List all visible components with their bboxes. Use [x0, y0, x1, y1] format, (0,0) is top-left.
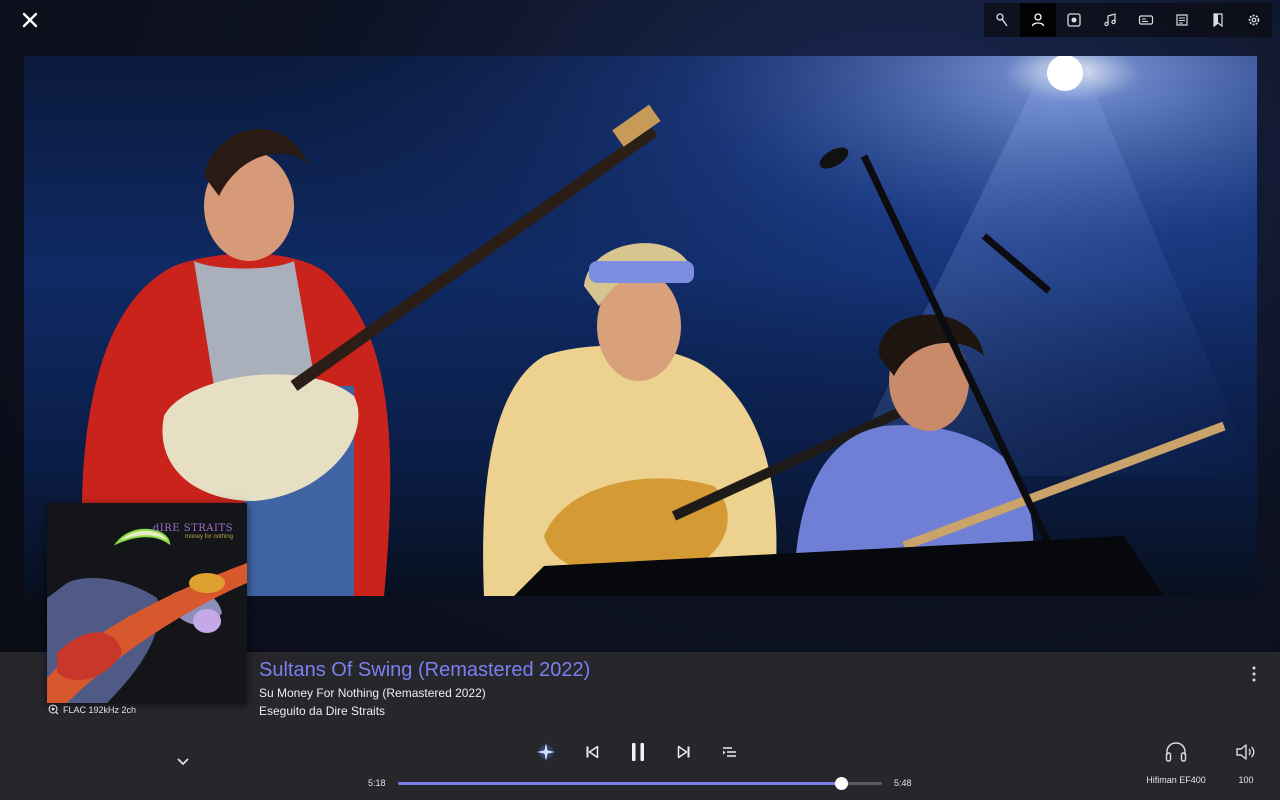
album-link[interactable]: Su Money For Nothing (Remastered 2022) [259, 686, 486, 700]
performers-button[interactable] [984, 3, 1020, 37]
progress-handle[interactable] [834, 777, 848, 790]
artist-button[interactable] [1020, 3, 1056, 37]
hi-res-icon [48, 704, 59, 715]
pause-button[interactable] [624, 738, 652, 766]
chevron-down-icon [177, 758, 189, 766]
cover-subtitle: money for nothing [184, 534, 233, 540]
review-button[interactable] [1200, 3, 1236, 37]
close-icon [22, 12, 38, 28]
music-note-icon [1104, 13, 1116, 27]
skip-previous-icon [586, 745, 599, 759]
collapse-button[interactable] [174, 754, 192, 770]
disc-icon [1067, 13, 1081, 27]
book-icon [1213, 13, 1223, 28]
pause-icon [632, 743, 644, 761]
more-options-button[interactable] [1244, 664, 1264, 684]
time-total: 5:48 [894, 778, 912, 788]
person-icon [1031, 13, 1045, 27]
output-device-name: Hifiman EF400 [1146, 775, 1206, 785]
output-device-button[interactable]: Hifiman EF400 [1140, 740, 1212, 785]
track-info-button[interactable] [1092, 3, 1128, 37]
audio-format: FLAC 192kHz 2ch [48, 704, 136, 715]
previous-button[interactable] [578, 738, 606, 766]
progress-bar[interactable] [398, 777, 882, 790]
top-bar [0, 0, 1280, 40]
more-vertical-icon [1252, 666, 1256, 682]
cover-brand: dIRE STRAITS [152, 523, 233, 534]
transport-controls [532, 738, 744, 766]
settings-button[interactable] [1236, 3, 1272, 37]
audio-format-label: FLAC 192kHz 2ch [63, 704, 137, 715]
album-button[interactable] [1056, 3, 1092, 37]
sparkle-icon [537, 743, 555, 761]
lyrics-button[interactable] [1164, 3, 1200, 37]
time-elapsed: 5:18 [368, 778, 386, 788]
view-toolbar [984, 3, 1272, 37]
artist-link[interactable]: Eseguito da Dire Straits [259, 704, 385, 718]
skip-next-icon [677, 745, 690, 759]
now-playing-screen: dIRE STRAITS money for nothing FLAC 192k… [0, 0, 1280, 800]
credits-icon [1138, 15, 1154, 25]
headphones-icon [1165, 742, 1187, 762]
credits-button[interactable] [1128, 3, 1164, 37]
speaker-icon [1236, 744, 1255, 760]
next-button[interactable] [670, 738, 698, 766]
radio-button[interactable] [532, 738, 560, 766]
volume-level: 100 [1238, 775, 1254, 785]
gear-icon [1248, 14, 1260, 26]
close-button[interactable] [18, 8, 42, 32]
lyrics-icon [1176, 14, 1188, 26]
album-cover[interactable]: dIRE STRAITS money for nothing [47, 503, 247, 703]
progress-fill [398, 782, 841, 785]
microphone-icon [996, 13, 1008, 27]
queue-button[interactable] [716, 738, 744, 766]
track-title[interactable]: Sultans Of Swing (Remastered 2022) [259, 659, 590, 682]
queue-icon [723, 747, 736, 757]
volume-button[interactable]: 100 [1228, 740, 1264, 785]
